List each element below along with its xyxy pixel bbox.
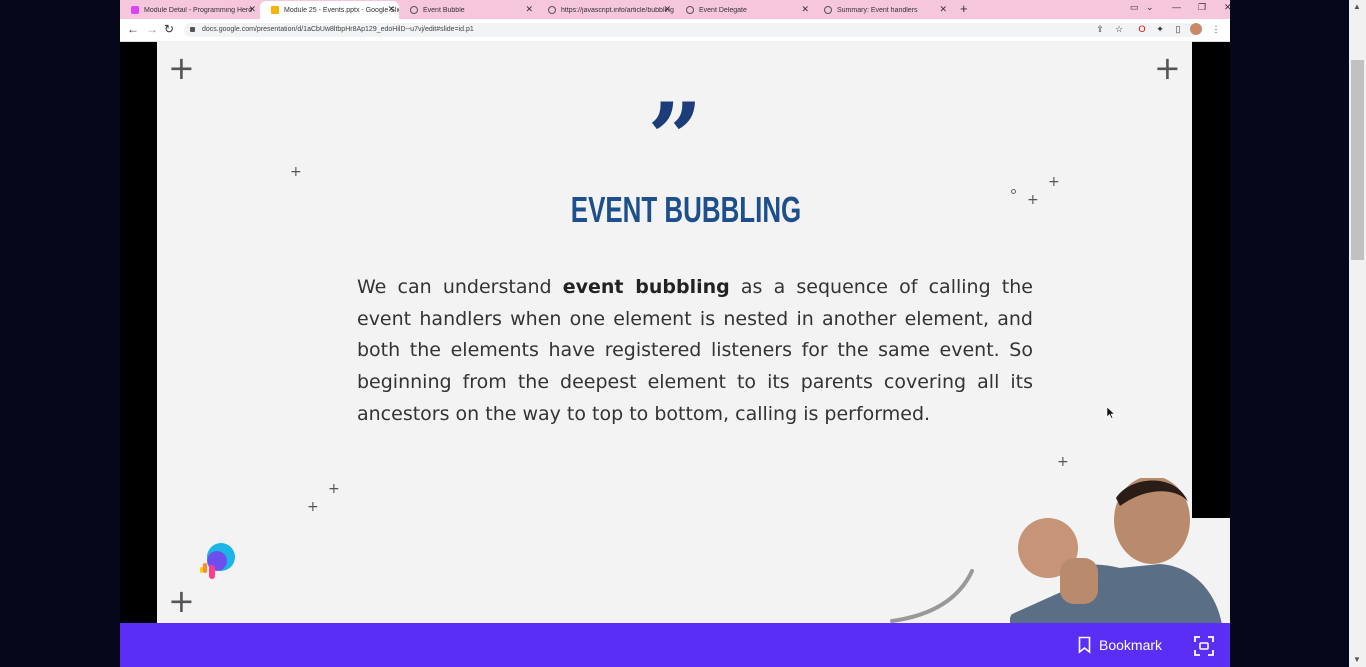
globe-icon — [824, 6, 832, 14]
tab-summary-event-handlers[interactable]: Summary: Event handlers ✕ — [813, 1, 951, 19]
lock-icon — [190, 27, 195, 32]
close-icon[interactable]: ✕ — [525, 4, 533, 15]
forward-icon[interactable]: → — [146, 22, 158, 36]
tab-javascript-info[interactable]: https://javascript.info/article/bubbling… — [537, 1, 675, 19]
star-icon[interactable]: ☆ — [1113, 23, 1125, 35]
close-icon[interactable]: ✕ — [939, 4, 947, 15]
sidebar-icon[interactable]: ▯ — [1172, 23, 1184, 35]
tab-event-delegate[interactable]: Event Delegate ✕ — [675, 1, 813, 19]
programming-hero-icon — [131, 6, 139, 14]
tab-title: Event Bubble — [423, 6, 465, 14]
screenshot-icon[interactable] — [1194, 636, 1214, 656]
rocket-logo-icon — [200, 543, 235, 579]
address-bar-row: ← → ↻ docs.google.com/presentation/d/1aC… — [120, 19, 1230, 42]
video-player: Module Detail - Programming Hero ✕ Modul… — [120, 0, 1230, 667]
reload-icon[interactable]: ↻ — [164, 22, 174, 36]
globe-icon — [548, 6, 556, 14]
url-text: docs.google.com/presentation/d/1aCbUw8lt… — [202, 26, 474, 33]
more-icon[interactable]: ⋮ — [1210, 23, 1222, 35]
tab-module-detail[interactable]: Module Detail - Programming Hero ✕ — [120, 1, 260, 19]
player-bottom-bar: Bookmark — [120, 623, 1230, 667]
scroll-up-icon[interactable]: ▲ — [1353, 2, 1361, 11]
opera-icon[interactable]: O — [1136, 23, 1148, 35]
body-emphasis: event bubbling — [562, 276, 730, 298]
plus-decoration: + — [168, 582, 195, 620]
tab-event-bubble[interactable]: Event Bubble ✕ — [399, 1, 537, 19]
avatar[interactable] — [1190, 23, 1202, 35]
new-tab-icon[interactable]: + — [960, 2, 968, 16]
browser-tab-bar: Module Detail - Programming Hero ✕ Modul… — [120, 0, 1230, 19]
scrollbar-thumb[interactable] — [1351, 60, 1364, 260]
plus-decoration: + — [1154, 49, 1181, 87]
plus-decoration: + — [328, 481, 340, 497]
presenter-webcam — [990, 478, 1230, 624]
bookmark-label: Bookmark — [1099, 637, 1163, 653]
tab-title: https://javascript.info/article/bubbling — [561, 6, 674, 14]
close-icon[interactable]: ✕ — [663, 4, 671, 15]
bookmark-button[interactable]: Bookmark — [1078, 636, 1162, 654]
google-slides-icon — [271, 6, 279, 14]
body-text: We can understand — [357, 276, 563, 298]
plus-decoration: + — [307, 499, 319, 515]
close-icon[interactable]: ✕ — [387, 4, 395, 15]
tab-title: Summary: Event handlers — [837, 6, 918, 14]
extensions-icon[interactable]: ✦ — [1154, 23, 1166, 35]
tab-title: Module 25 - Events.pptx - Google Slides — [284, 6, 399, 14]
bookmark-icon — [1078, 636, 1091, 654]
quote-mark-icon: ” — [647, 82, 703, 195]
close-window-icon[interactable]: ✕ — [1224, 2, 1230, 13]
share-icon[interactable]: ⇪ — [1094, 23, 1106, 35]
curve-decoration — [890, 569, 974, 623]
plus-decoration: + — [168, 49, 195, 87]
restore-icon[interactable]: ❐ — [1198, 2, 1206, 13]
tab-search-icon[interactable]: ▭ — [1130, 2, 1139, 13]
url-field[interactable]: docs.google.com/presentation/d/1aCbUw8lt… — [184, 23, 1196, 37]
back-icon[interactable]: ← — [127, 22, 139, 36]
globe-icon — [686, 6, 694, 14]
tab-module-25[interactable]: Module 25 - Events.pptx - Google Slides … — [260, 1, 399, 19]
close-icon[interactable]: ✕ — [248, 4, 256, 15]
close-icon[interactable]: ✕ — [801, 4, 809, 15]
chevron-down-icon[interactable]: ⌄ — [1146, 2, 1154, 13]
plus-decoration: + — [1048, 174, 1060, 190]
tab-title: Module Detail - Programming Hero — [144, 6, 253, 14]
minimize-icon[interactable]: — — [1172, 2, 1181, 12]
body-text: as a sequence of calling the event handl… — [357, 276, 1033, 425]
slide-title: EVENT BUBBLING — [570, 189, 802, 230]
mouse-cursor-icon — [1107, 407, 1115, 419]
scroll-down-icon[interactable]: ▼ — [1353, 655, 1361, 664]
plus-decoration: + — [1057, 454, 1069, 470]
plus-decoration: + — [290, 164, 302, 180]
globe-icon — [410, 6, 418, 14]
slide-body: We can understand event bubbling as a se… — [357, 272, 1033, 431]
tab-title: Event Delegate — [699, 6, 747, 14]
